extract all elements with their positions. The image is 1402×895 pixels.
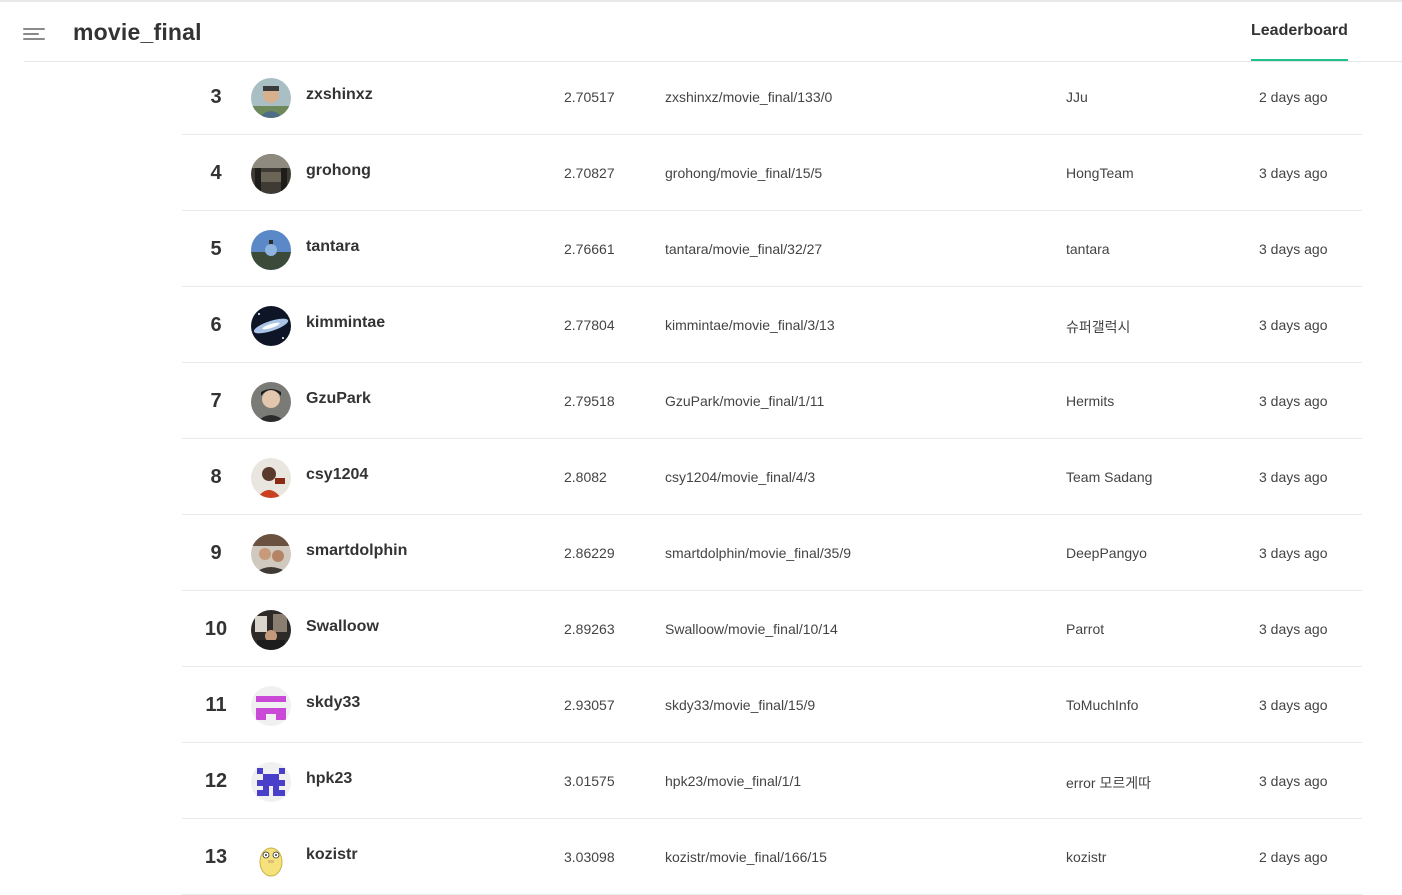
username[interactable]: hpk23 [306,770,352,788]
rank: 5 [210,238,222,260]
score: 2.70517 [564,89,615,105]
leaderboard-table: 3 zxshinxz 2.70517 zxshinxz/movie_final/… [182,59,1362,895]
submission-link[interactable]: kozistr/movie_final/166/15 [665,849,827,865]
submission-link[interactable]: GzuPark/movie_final/1/11 [665,393,824,409]
username[interactable]: Swalloow [306,618,379,636]
page-title: movie_final [73,19,202,45]
submission-link[interactable]: smartdolphin/movie_final/35/9 [665,545,851,561]
avatar[interactable] [251,838,291,878]
rank: 3 [210,86,222,108]
score: 2.77804 [564,317,615,333]
rank: 8 [210,466,222,488]
team-name: Hermits [1066,393,1115,409]
rank: 9 [210,542,222,564]
timestamp: 2 days ago [1259,849,1328,865]
avatar[interactable] [251,306,291,346]
score: 3.03098 [564,849,615,865]
timestamp: 3 days ago [1259,773,1328,789]
leaderboard-row: 3 zxshinxz 2.70517 zxshinxz/movie_final/… [182,59,1362,135]
username[interactable]: zxshinxz [306,86,373,104]
leaderboard-row: 10 Swalloow 2.89263 Swalloow/movie_final… [182,591,1362,667]
team-name: tantara [1066,241,1110,257]
avatar[interactable] [251,762,291,802]
timestamp: 3 days ago [1259,393,1328,409]
timestamp: 3 days ago [1259,165,1328,181]
leaderboard-row: 8 csy1204 2.8082 csy1204/movie_final/4/3… [182,439,1362,515]
hamburger-icon[interactable] [23,26,45,42]
submission-link[interactable]: skdy33/movie_final/15/9 [665,697,815,713]
timestamp: 3 days ago [1259,241,1328,257]
avatar[interactable] [251,458,291,498]
avatar[interactable] [251,610,291,650]
team-name: kozistr [1066,849,1107,865]
rank: 7 [210,390,222,412]
leaderboard-row: 4 grohong 2.70827 grohong/movie_final/15… [182,135,1362,211]
team-name: error 모르게따 [1066,775,1151,791]
rank: 4 [210,162,222,184]
score: 2.93057 [564,697,615,713]
score: 2.70827 [564,165,615,181]
username[interactable]: smartdolphin [306,542,407,560]
rank: 10 [204,618,228,640]
header: movie_final Leaderboard [0,2,1402,62]
username[interactable]: tantara [306,238,359,256]
team-name: JJu [1066,89,1088,105]
avatar[interactable] [251,154,291,194]
username[interactable]: csy1204 [306,466,368,484]
submission-link[interactable]: csy1204/movie_final/4/3 [665,469,815,485]
score: 3.01575 [564,773,615,789]
leaderboard-row: 6 kimmintae 2.77804 kimmintae/movie_fina… [182,287,1362,363]
team-name: ToMuchInfo [1066,697,1139,713]
team-name: DeepPangyo [1066,545,1147,561]
leaderboard-row: 7 GzuPark 2.79518 GzuPark/movie_final/1/… [182,363,1362,439]
leaderboard-row: 5 tantara 2.76661 tantara/movie_final/32… [182,211,1362,287]
submission-link[interactable]: grohong/movie_final/15/5 [665,165,822,181]
rank: 11 [205,694,227,716]
rank: 12 [204,770,228,792]
avatar[interactable] [251,686,291,726]
avatar[interactable] [251,230,291,270]
submission-link[interactable]: tantara/movie_final/32/27 [665,241,822,257]
submission-link[interactable]: Swalloow/movie_final/10/14 [665,621,838,637]
username[interactable]: GzuPark [306,390,371,408]
timestamp: 3 days ago [1259,621,1328,637]
submission-link[interactable]: hpk23/movie_final/1/1 [665,773,801,789]
timestamp: 3 days ago [1259,697,1328,713]
rank: 6 [210,314,222,336]
submission-link[interactable]: zxshinxz/movie_final/133/0 [665,89,832,105]
timestamp: 3 days ago [1259,317,1328,333]
score: 2.89263 [564,621,615,637]
username[interactable]: kimmintae [306,314,385,332]
team-name: 슈퍼갤럭시 [1066,319,1131,335]
submission-link[interactable]: kimmintae/movie_final/3/13 [665,317,835,333]
avatar[interactable] [251,78,291,118]
leaderboard-row: 11 skdy33 2.93057 skdy33/movie_final/15/… [182,667,1362,743]
leaderboard-row: 9 smartdolphin 2.86229 smartdolphin/movi… [182,515,1362,591]
timestamp: 3 days ago [1259,545,1328,561]
score: 2.8082 [564,469,607,485]
username[interactable]: kozistr [306,846,358,864]
tab-leaderboard[interactable]: Leaderboard [1251,22,1348,62]
score: 2.79518 [564,393,615,409]
timestamp: 3 days ago [1259,469,1328,485]
username[interactable]: grohong [306,162,371,180]
score: 2.76661 [564,241,615,257]
tab-leaderboard-label: Leaderboard [1251,22,1348,39]
username[interactable]: skdy33 [306,694,360,712]
team-name: Team Sadang [1066,469,1153,485]
score: 2.86229 [564,545,615,561]
avatar[interactable] [251,534,291,574]
avatar[interactable] [251,382,291,422]
leaderboard-row: 12 hpk23 3.01575 hpk23/movie_final/1/1 e… [182,743,1362,819]
rank: 13 [204,846,228,868]
team-name: HongTeam [1066,165,1134,181]
team-name: Parrot [1066,621,1105,637]
timestamp: 2 days ago [1259,89,1328,105]
